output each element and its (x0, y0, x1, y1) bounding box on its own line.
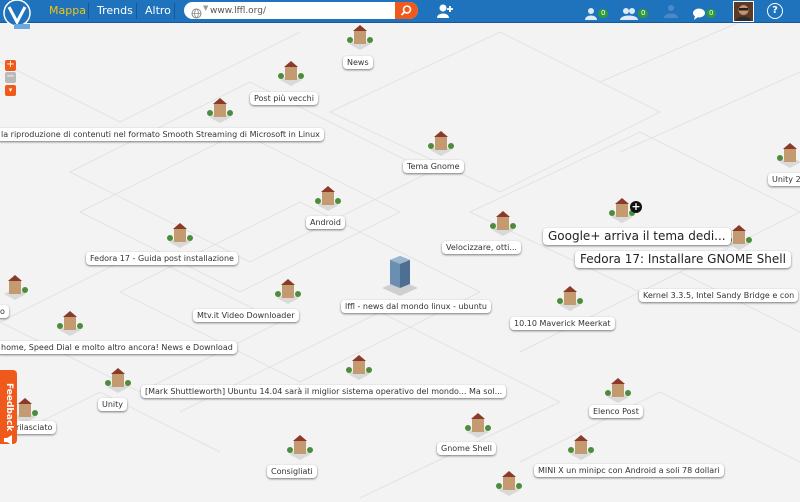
nav-divider (136, 3, 137, 19)
chevron-down-icon[interactable]: ▼ (203, 4, 208, 12)
map-label[interactable]: Tema Gnome (403, 160, 464, 173)
map-label[interactable]: Unity (98, 398, 128, 411)
building-icon[interactable] (285, 432, 315, 462)
groups-badge: 0 (638, 9, 649, 18)
map-label[interactable]: Velocizzare, otti... (442, 241, 521, 254)
messages-badge: 0 (706, 9, 717, 18)
zoom-out-button[interactable]: − (5, 72, 16, 83)
map-label[interactable]: la riproduzione di contenuti nel formato… (0, 128, 324, 141)
map-label[interactable]: o (0, 305, 9, 318)
nav-trends[interactable]: Trends (97, 4, 133, 17)
building-icon[interactable] (276, 58, 306, 88)
avatar[interactable] (733, 1, 754, 22)
map-label[interactable]: Post più vecchi (250, 92, 318, 105)
building-icon[interactable] (205, 95, 235, 125)
building-icon[interactable] (55, 308, 85, 338)
chat-bubble-icon (693, 8, 705, 20)
globe-icon[interactable] (191, 4, 202, 23)
map-label[interactable]: News (343, 56, 373, 69)
building-icon[interactable] (463, 410, 493, 440)
map-label[interactable]: Elenco Post (589, 405, 643, 418)
building-icon[interactable] (273, 276, 303, 306)
building-icon[interactable] (775, 140, 800, 170)
nav-altro[interactable]: Altro (145, 4, 171, 17)
building-icon[interactable] (555, 283, 585, 313)
nav-mappa[interactable]: Mappa (49, 4, 86, 17)
building-icon[interactable] (494, 468, 524, 498)
friends-badge: 0 (598, 9, 609, 18)
user-icon (585, 8, 597, 20)
building-icon[interactable] (566, 432, 596, 462)
nav-divider (174, 3, 175, 19)
add-user-icon[interactable] (436, 3, 454, 23)
building-icon[interactable] (313, 183, 343, 213)
building-icon[interactable] (103, 365, 133, 395)
nav-divider (88, 3, 89, 19)
map-label[interactable]: Consigliati (267, 465, 317, 478)
map-label[interactable]: Unity 2 (768, 173, 800, 186)
map-label[interactable]: [Mark Shuttleworth] Ubuntu 14.04 sarà il… (141, 385, 507, 398)
search-input[interactable] (210, 3, 390, 18)
map-label-highlighted[interactable]: Fedora 17: Installare GNOME Shell (575, 251, 791, 268)
messages-counter[interactable]: 0 (692, 3, 717, 22)
map-label[interactable]: Android (306, 216, 345, 229)
zoom-in-button[interactable]: + (5, 60, 16, 71)
map-label[interactable]: Gnome Shell (437, 442, 496, 455)
map-label[interactable]: home, Speed Dial e molto altro ancora! N… (0, 341, 237, 354)
zoom-menu-button[interactable]: ▾ (5, 85, 16, 96)
users-icon (620, 8, 638, 20)
map-label[interactable]: MINI X un minipc con Android a soli 78 d… (534, 464, 724, 477)
skyscraper-icon[interactable] (380, 252, 420, 298)
building-icon[interactable] (344, 352, 374, 382)
map-label[interactable]: Fedora 17 - Guida post installazione (86, 252, 238, 265)
logo (0, 0, 36, 30)
help-icon[interactable]: ? (767, 3, 783, 19)
megaphone-icon (3, 430, 14, 445)
building-icon[interactable] (603, 375, 633, 405)
map-label[interactable]: Kernel 3.3.5, Intel Sandy Bridge e con (639, 289, 799, 302)
map-label-highlighted[interactable]: Google+ arriva il tema dedi... (543, 228, 731, 245)
people-icon[interactable] (662, 3, 680, 22)
friends-counter[interactable]: 0 (584, 3, 609, 22)
feedback-label: Feedback (4, 382, 14, 432)
map-label[interactable]: lffl - news dal mondo linux - ubuntu (341, 300, 491, 313)
building-icon[interactable] (165, 220, 195, 250)
groups-counter[interactable]: 0 (620, 3, 649, 22)
building-icon[interactable] (345, 22, 375, 52)
map-label[interactable]: Mtv.it Video Downloader (193, 309, 299, 322)
building-icon[interactable] (488, 208, 518, 238)
building-icon[interactable] (426, 128, 456, 158)
add-cursor-icon: + (630, 200, 642, 213)
map-label[interactable]: rilasciato (12, 421, 57, 434)
map-label[interactable]: 10.10 Maverick Meerkat (510, 317, 615, 330)
building-icon[interactable] (0, 272, 30, 302)
search-button[interactable] (395, 2, 418, 19)
